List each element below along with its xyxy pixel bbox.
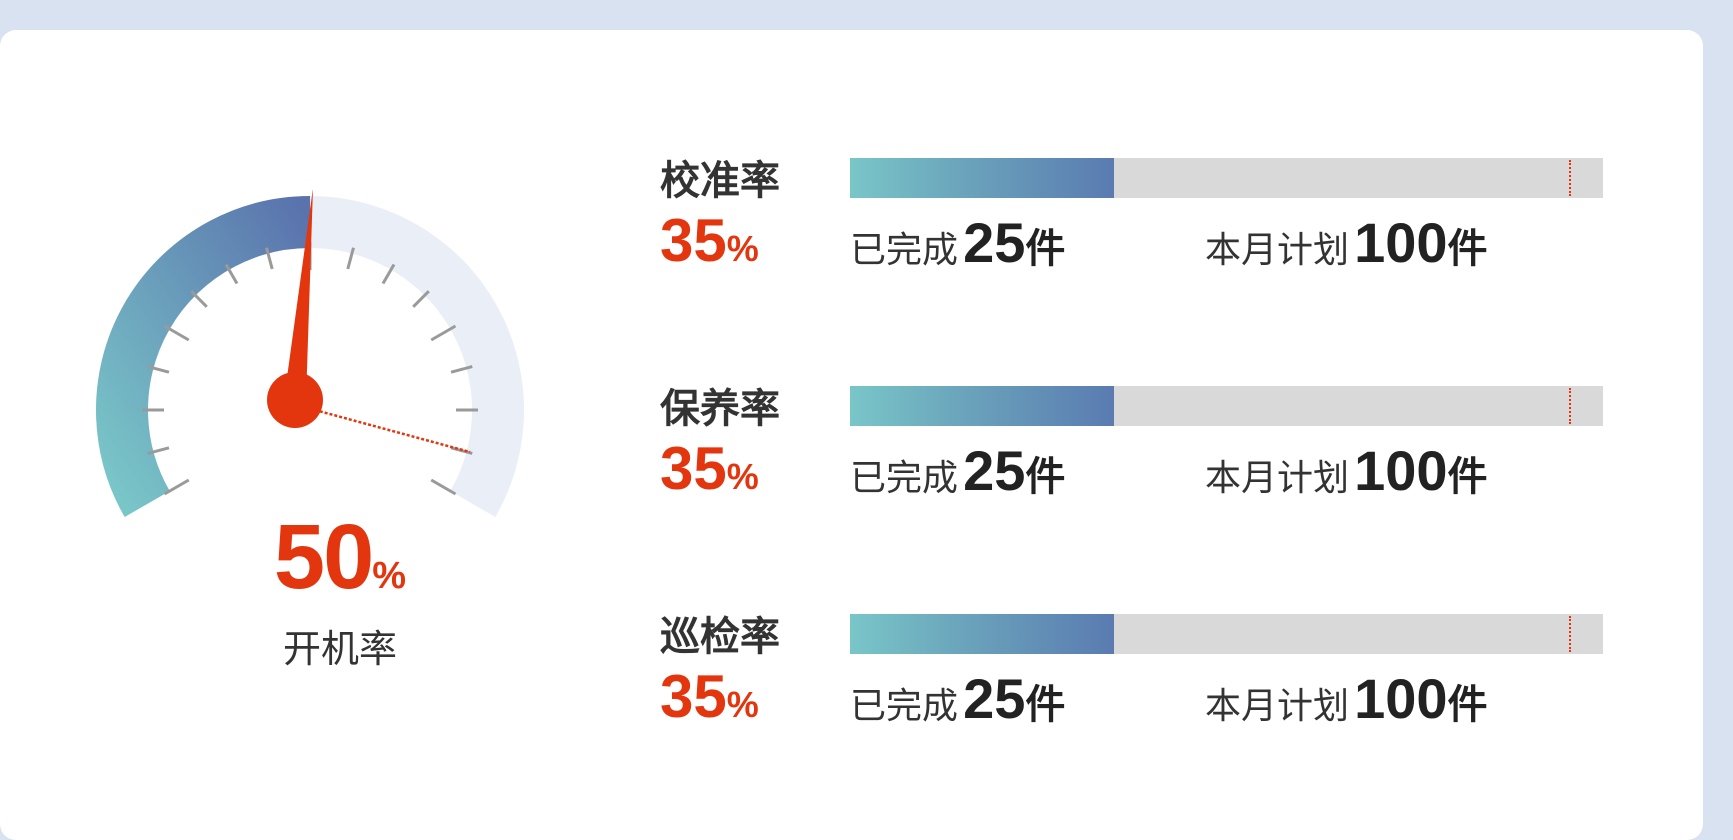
gauge-fill — [96, 196, 311, 517]
plan-unit: 件 — [1447, 226, 1488, 272]
gauge-value-unit: % — [372, 555, 407, 597]
metric-row-inspection: 巡检率 35% 已完成 25件 本月计划 100件 — [660, 594, 1620, 764]
completed-count: 已完成 25件 — [850, 210, 1065, 275]
gauge-value: 50% — [200, 505, 480, 610]
plan-count: 本月计划 100件 — [1205, 438, 1488, 503]
metric-rate-unit: % — [726, 228, 759, 269]
plan-label: 本月计划 — [1205, 686, 1350, 727]
plan-unit: 件 — [1447, 454, 1488, 500]
metric-name: 校准率 — [660, 158, 780, 204]
gauge-tick — [190, 290, 208, 308]
completed-label: 已完成 — [850, 230, 959, 271]
plan-marker — [1569, 388, 1572, 424]
gauge-tick — [412, 290, 430, 308]
metric-name: 巡检率 — [660, 614, 780, 660]
completed-unit: 件 — [1025, 682, 1066, 728]
gauge-value-number: 50 — [273, 506, 374, 608]
gauge-label: 开机率 — [282, 627, 397, 671]
plan-number: 100 — [1354, 211, 1448, 274]
metric-rate: 35% — [660, 662, 759, 731]
gauge-hub — [267, 372, 323, 428]
completed-label: 已完成 — [850, 458, 959, 499]
plan-number: 100 — [1354, 667, 1448, 730]
gauge-tick — [163, 324, 190, 342]
gauge-tick — [430, 324, 457, 342]
progress-bar-fill — [850, 158, 1114, 198]
completed-unit: 件 — [1025, 454, 1066, 500]
metric-rate-unit: % — [726, 684, 759, 725]
plan-marker — [1569, 160, 1572, 196]
metric-rate-number: 35 — [660, 663, 727, 730]
metric-rate: 35% — [660, 206, 759, 275]
completed-number: 25 — [963, 211, 1026, 274]
plan-count: 本月计划 100件 — [1205, 666, 1488, 731]
gauge-reference-line — [314, 408, 471, 454]
background-strip — [1703, 0, 1733, 832]
plan-unit: 件 — [1447, 682, 1488, 728]
metric-rate-number: 35 — [660, 207, 727, 274]
metric-row-calibration: 校准率 35% 已完成 25件 本月计划 100件 — [660, 138, 1620, 308]
completed-count: 已完成 25件 — [850, 438, 1065, 503]
plan-marker — [1569, 616, 1572, 652]
gauge-tick — [430, 478, 457, 496]
plan-label: 本月计划 — [1205, 458, 1350, 499]
completed-unit: 件 — [1025, 226, 1066, 272]
progress-bar-track — [850, 158, 1603, 198]
completed-number: 25 — [963, 667, 1026, 730]
metric-rate: 35% — [660, 434, 759, 503]
progress-bar-fill — [850, 614, 1114, 654]
metric-rate-unit: % — [726, 456, 759, 497]
gauge-tick — [163, 478, 190, 496]
progress-bar-track — [850, 614, 1603, 654]
metric-name: 保养率 — [660, 386, 780, 432]
metric-rate-number: 35 — [660, 435, 727, 502]
progress-bar-fill — [850, 386, 1114, 426]
metric-row-maintenance: 保养率 35% 已完成 25件 本月计划 100件 — [660, 366, 1620, 536]
plan-label: 本月计划 — [1205, 230, 1350, 271]
plan-number: 100 — [1354, 439, 1448, 502]
plan-count: 本月计划 100件 — [1205, 210, 1488, 275]
completed-number: 25 — [963, 439, 1026, 502]
completed-label: 已完成 — [850, 686, 959, 727]
completed-count: 已完成 25件 — [850, 666, 1065, 731]
progress-bar-track — [850, 386, 1603, 426]
uptime-gauge — [96, 190, 524, 517]
